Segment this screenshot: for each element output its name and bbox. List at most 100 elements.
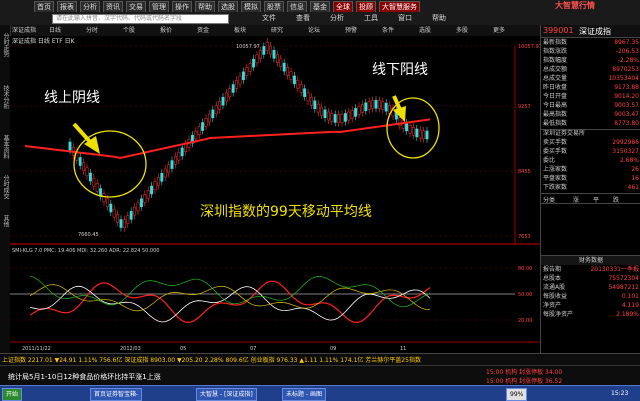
left-tab-4[interactable]: 其他 [0, 215, 10, 227]
row-label: 下跌家数 [543, 184, 568, 191]
news-text[interactable]: 统计局5月1-10日12种食品价格环比持平涨1上涨 [8, 372, 161, 382]
candle-body [313, 100, 317, 109]
row-value: 16 [631, 175, 639, 182]
price-tick-label: 10057.97 [518, 44, 540, 50]
row-label: 报告期 [543, 266, 562, 273]
candle-body [296, 79, 300, 89]
toolbar-item-5[interactable]: 帮助 [432, 13, 446, 23]
candle-body [163, 168, 167, 178]
search-input[interactable]: 请在此输入拼音、汉字代码、代码或代码名字段 [52, 14, 229, 24]
low-label: 7660.45 [78, 232, 99, 238]
price-tick-label: 7653 [518, 234, 531, 240]
indicator-tick-label: 50.00 [518, 292, 532, 298]
fin-row: 每股净资产 2.189% [541, 310, 640, 319]
tab-13[interactable]: 更多 [493, 25, 505, 36]
tab-8[interactable]: 论坛 [308, 25, 320, 36]
candle-body [231, 84, 235, 93]
trade-row: 上涨家数 26 [541, 165, 640, 174]
candle-body [258, 50, 262, 59]
row-value: 2.68% [619, 157, 639, 164]
candle-body [85, 167, 89, 177]
zoom-level: 99% [506, 388, 528, 401]
candle-body [408, 124, 412, 134]
candle-body [309, 96, 313, 106]
candle-body [105, 198, 109, 208]
tab-1[interactable]: 日线 [49, 25, 61, 36]
task-item-2[interactable]: 大智慧 - [深证成指] [196, 388, 257, 401]
quote-row: 指数涨跌 -206.53 [541, 47, 640, 56]
left-tab-3[interactable]: 分时成交 [0, 175, 10, 199]
candlestick-chart[interactable]: 深证成指 日线 ETF 日K 10057.97 9257 8455 7653 线上阴线… [10, 36, 540, 353]
candle-body [299, 84, 303, 93]
candle-body [170, 160, 174, 169]
date-label: 09 [330, 346, 336, 352]
candle-body [126, 215, 130, 224]
candle-body [68, 141, 72, 151]
toolbar-item-4[interactable]: 窗口 [398, 13, 412, 23]
row-label: 每股净资产 [543, 311, 574, 318]
candle-body [238, 75, 242, 85]
candle-body [143, 194, 147, 203]
toolbar-item-3[interactable]: 工具 [364, 13, 378, 23]
left-tab-1[interactable]: 技术分析 [0, 85, 10, 109]
toolbar-item-1[interactable]: 查看 [296, 13, 310, 23]
candle-body [374, 99, 378, 109]
candle-body [343, 113, 347, 122]
candle-body [415, 128, 419, 138]
tab-7[interactable]: 研究 [271, 25, 283, 36]
candle-body [214, 105, 218, 114]
tab-2[interactable]: 分时 [86, 25, 98, 36]
candle-body [340, 114, 344, 123]
left-tab-2[interactable]: 基本资料 [0, 135, 10, 159]
candle-body [316, 103, 320, 113]
tab-9[interactable]: 预警 [345, 25, 357, 36]
tab-3[interactable]: 个股 [123, 25, 135, 36]
quote-row: 今日开盘 9014.20 [541, 92, 640, 101]
candle-body [306, 92, 310, 102]
clock: 15:23 [608, 388, 632, 399]
tab-0[interactable]: 深证成指 [12, 25, 36, 36]
row-label: 指数幅度 [543, 57, 568, 64]
row-value: 0.101 [621, 293, 639, 300]
candle-body [262, 46, 266, 55]
candle-body [347, 111, 351, 121]
indicator-tick-label: 80.00 [518, 266, 532, 272]
alert-1: 15:00 机构 封涨停板 34.00 [486, 369, 563, 376]
tab-5[interactable]: 资金 [197, 25, 209, 36]
breadth-table-body [541, 203, 640, 254]
row-value: 9014.20 [614, 93, 639, 100]
candle-body [224, 92, 228, 102]
toolbar-item-0[interactable]: 文件 [262, 13, 276, 23]
candle-body [320, 106, 324, 116]
candle-body [354, 108, 358, 117]
candle-body [330, 113, 334, 122]
tab-4[interactable]: 报价 [160, 25, 172, 36]
tab-10[interactable]: 条件 [382, 25, 394, 36]
row-label: 委比 [543, 157, 556, 164]
exchange-label: 深圳证券交易所 [541, 129, 640, 138]
candle-body [218, 101, 222, 110]
candle-body [235, 80, 239, 89]
task-item-3[interactable]: 未标题 - 画图 [282, 388, 326, 401]
start-button[interactable]: 开始 [2, 388, 23, 401]
row-label: 今日开盘 [543, 93, 568, 100]
candle-body [303, 88, 307, 97]
tab-6[interactable]: 板块 [234, 25, 246, 36]
candle-body [136, 202, 140, 212]
tab-11[interactable]: 选股 [419, 25, 431, 36]
annotation-center: 深圳指数的99天移动平均线 [200, 204, 372, 220]
stock-name: 深证成指 [579, 27, 611, 36]
row-value: 75572304 [608, 275, 639, 282]
toolbar-item-2[interactable]: 分析 [330, 13, 344, 23]
fin-row: 每股收益 0.101 [541, 292, 640, 301]
candle-body [184, 143, 188, 152]
candle-body [292, 75, 296, 85]
tab-12[interactable]: 多股 [456, 25, 468, 36]
task-item-1[interactable]: 首页证券智宝箱- [90, 388, 143, 401]
candle-body [286, 67, 290, 76]
candle-body [279, 58, 283, 68]
left-tab-0[interactable]: 分时走势 [0, 33, 10, 57]
row-label: 平盘家数 [543, 175, 568, 182]
toolbar: 请在此输入拼音、汉字代码、代码或代码名字段 文件 查看 分析 工具 窗口 帮助 [0, 12, 640, 26]
candle-body [211, 109, 215, 119]
